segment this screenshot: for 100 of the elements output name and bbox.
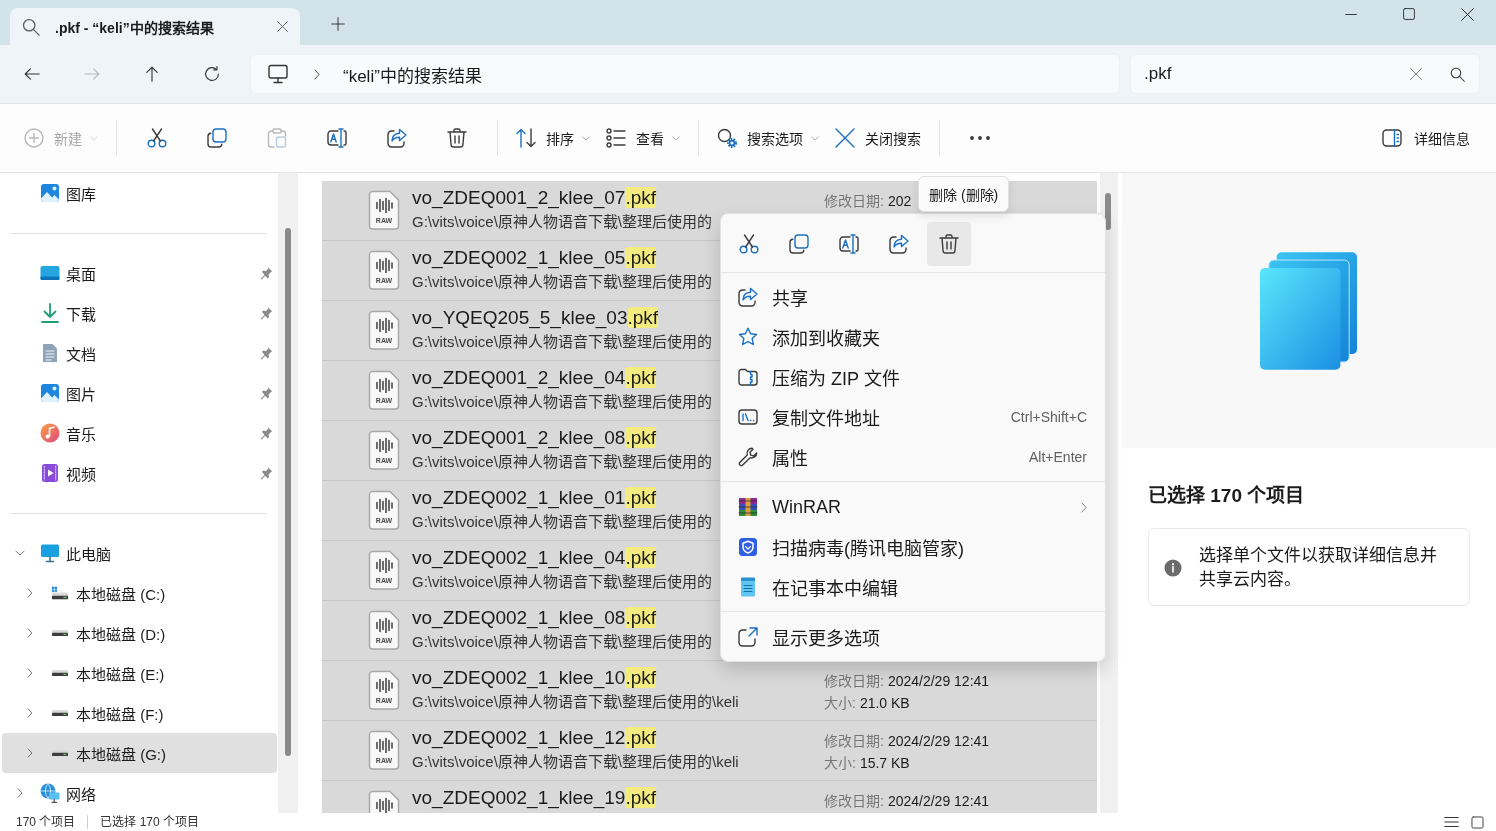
delete-button[interactable] <box>927 222 971 266</box>
sidebar-item[interactable]: 图片 <box>2 373 277 413</box>
info-icon <box>1164 559 1182 577</box>
breadcrumb[interactable]: “keli”中的搜索结果 <box>343 61 482 87</box>
file-path: G:\vits\voice\原神人物语音下载\整理后使用的 <box>412 512 713 532</box>
sidebar-item[interactable]: 网络 <box>2 773 277 813</box>
audio-file-icon <box>368 610 400 650</box>
scrollbar-thumb[interactable] <box>285 228 291 756</box>
chevron-down-icon <box>811 135 819 141</box>
file-path: G:\vits\voice\原神人物语音下载\整理后使用的\keli <box>412 752 739 772</box>
file-name: vo_ZDEQ001_2_klee_04.pkf <box>412 366 656 390</box>
tab[interactable]: .pkf - “keli”中的搜索结果 <box>10 8 300 45</box>
sidebar-item[interactable]: 图库 <box>2 173 277 213</box>
scrollbar-thumb[interactable] <box>1105 193 1111 230</box>
audio-file-icon <box>368 550 400 590</box>
computer-icon <box>267 64 289 84</box>
plus-circle-icon <box>24 128 44 148</box>
date-value: 2024/2/29 12:41 <box>887 732 990 751</box>
file-name: vo_YQEQ205_5_klee_03.pkf <box>412 306 659 330</box>
desktop-icon <box>40 266 60 280</box>
sidebar-item[interactable]: 视频 <box>2 453 277 493</box>
status-text: 170 个项目 <box>16 814 76 831</box>
sidebar-item[interactable]: 本地磁盘 (G:) <box>2 733 277 773</box>
sidebar-item[interactable]: 音乐 <box>2 413 277 453</box>
chevron-down-icon <box>90 135 98 141</box>
chevron-down-icon[interactable] <box>15 550 25 556</box>
address-bar[interactable]: “keli”中的搜索结果 <box>250 54 1120 94</box>
search-icon <box>1450 66 1465 82</box>
sidebar-item[interactable]: 本地磁盘 (C:) <box>2 573 277 613</box>
size-label: 大小: <box>824 754 856 773</box>
info-text: 选择单个文件以获取详细信息并共享云内容。 <box>1199 545 1438 591</box>
trash-icon <box>447 128 467 148</box>
file-name: vo_ZDEQ001_2_klee_07.pkf <box>412 186 656 210</box>
stacked-books-icon <box>738 497 758 517</box>
file-stack-icon <box>1260 250 1358 371</box>
search-options-button[interactable]: 搜索选项 <box>709 118 827 158</box>
menu-item[interactable]: WinRAR <box>727 487 1099 527</box>
search-field[interactable]: .pkf <box>1130 54 1480 94</box>
chevron-right-icon[interactable] <box>27 588 33 598</box>
rename-icon <box>327 128 347 148</box>
clipboard-icon <box>267 128 287 148</box>
menu-item[interactable]: 添加到收藏夹 <box>727 317 1099 357</box>
details-button[interactable]: 详细信息 <box>1374 118 1478 158</box>
path-icon <box>738 407 758 427</box>
file-path: G:\vits\voice\原神人物语音下载\整理后使用的 <box>412 332 713 352</box>
sidebar-item[interactable]: 本地磁盘 (E:) <box>2 653 277 693</box>
file-row[interactable]: vo_ZDEQ002_1_klee_19.pkf 修改日期: 2024/2/29 12:41 <box>322 781 1097 813</box>
search-gear-icon <box>717 128 737 148</box>
system-drive-icon <box>51 586 69 600</box>
audio-file-icon <box>368 370 400 410</box>
close-icon <box>835 128 855 148</box>
chevron-right-icon[interactable] <box>27 748 33 758</box>
menu-item[interactable]: 显示更多选项 <box>727 617 1099 657</box>
file-name: vo_ZDEQ001_2_klee_08.pkf <box>412 426 656 450</box>
chevron-down-icon <box>582 135 590 141</box>
scissors-icon <box>739 234 759 254</box>
sidebar-item[interactable]: 文档 <box>2 333 277 373</box>
sidebar-item[interactable]: 此电脑 <box>2 533 277 573</box>
chevron-right-icon[interactable] <box>27 628 33 638</box>
date-label: 修改日期: <box>824 192 884 211</box>
file-name: vo_ZDEQ002_1_klee_12.pkf <box>412 726 656 750</box>
date-value: 2024/2/29 12:41 <box>887 672 990 691</box>
close-icon <box>1460 7 1474 21</box>
refresh-icon <box>204 66 220 82</box>
star-icon <box>738 327 758 347</box>
size-value: 15.7 KB <box>859 754 910 773</box>
menu-item[interactable]: 属性 Alt+Enter <box>727 437 1099 477</box>
status-text: 已选择 170 个项目 <box>100 814 200 831</box>
file-path: G:\vits\voice\原神人物语音下载\整理后使用的\keli <box>412 692 739 712</box>
maximize-icon <box>1403 8 1415 20</box>
audio-file-icon <box>368 490 400 530</box>
sidebar-item[interactable]: 本地磁盘 (F:) <box>2 693 277 733</box>
zip-folder-icon <box>738 367 758 387</box>
share-icon <box>387 128 407 148</box>
drive-icon <box>51 749 69 757</box>
chevron-right-icon[interactable] <box>27 668 33 678</box>
back-arrow-icon <box>24 66 40 82</box>
share-icon <box>738 287 758 307</box>
size-label: 大小: <box>824 694 856 713</box>
sidebar-item[interactable]: 本地磁盘 (D:) <box>2 613 277 653</box>
chevron-right-icon[interactable] <box>17 788 23 798</box>
minimize-icon <box>1345 12 1357 16</box>
close-icon <box>276 21 288 32</box>
file-name: vo_ZDEQ002_1_klee_05.pkf <box>412 246 656 270</box>
file-name: vo_ZDEQ002_1_klee_10.pkf <box>412 666 656 690</box>
drive-icon <box>51 669 69 677</box>
sort-arrows-icon <box>516 128 536 148</box>
close-search-button[interactable]: 关闭搜索 <box>827 118 929 158</box>
view-button[interactable]: 查看 <box>598 118 688 158</box>
size-value: 21.0 KB <box>859 694 910 713</box>
audio-file-icon <box>368 670 400 710</box>
audio-file-icon <box>368 730 400 770</box>
audio-file-icon <box>368 190 400 230</box>
sidebar-item[interactable]: 桌面 <box>2 253 277 293</box>
sort-button[interactable]: 排序 <box>508 118 598 158</box>
sidebar-item[interactable]: 下载 <box>2 293 277 333</box>
chevron-right-icon[interactable] <box>27 708 33 718</box>
drive-icon <box>51 629 69 637</box>
list-icon <box>606 128 626 148</box>
gallery-icon <box>40 183 60 203</box>
